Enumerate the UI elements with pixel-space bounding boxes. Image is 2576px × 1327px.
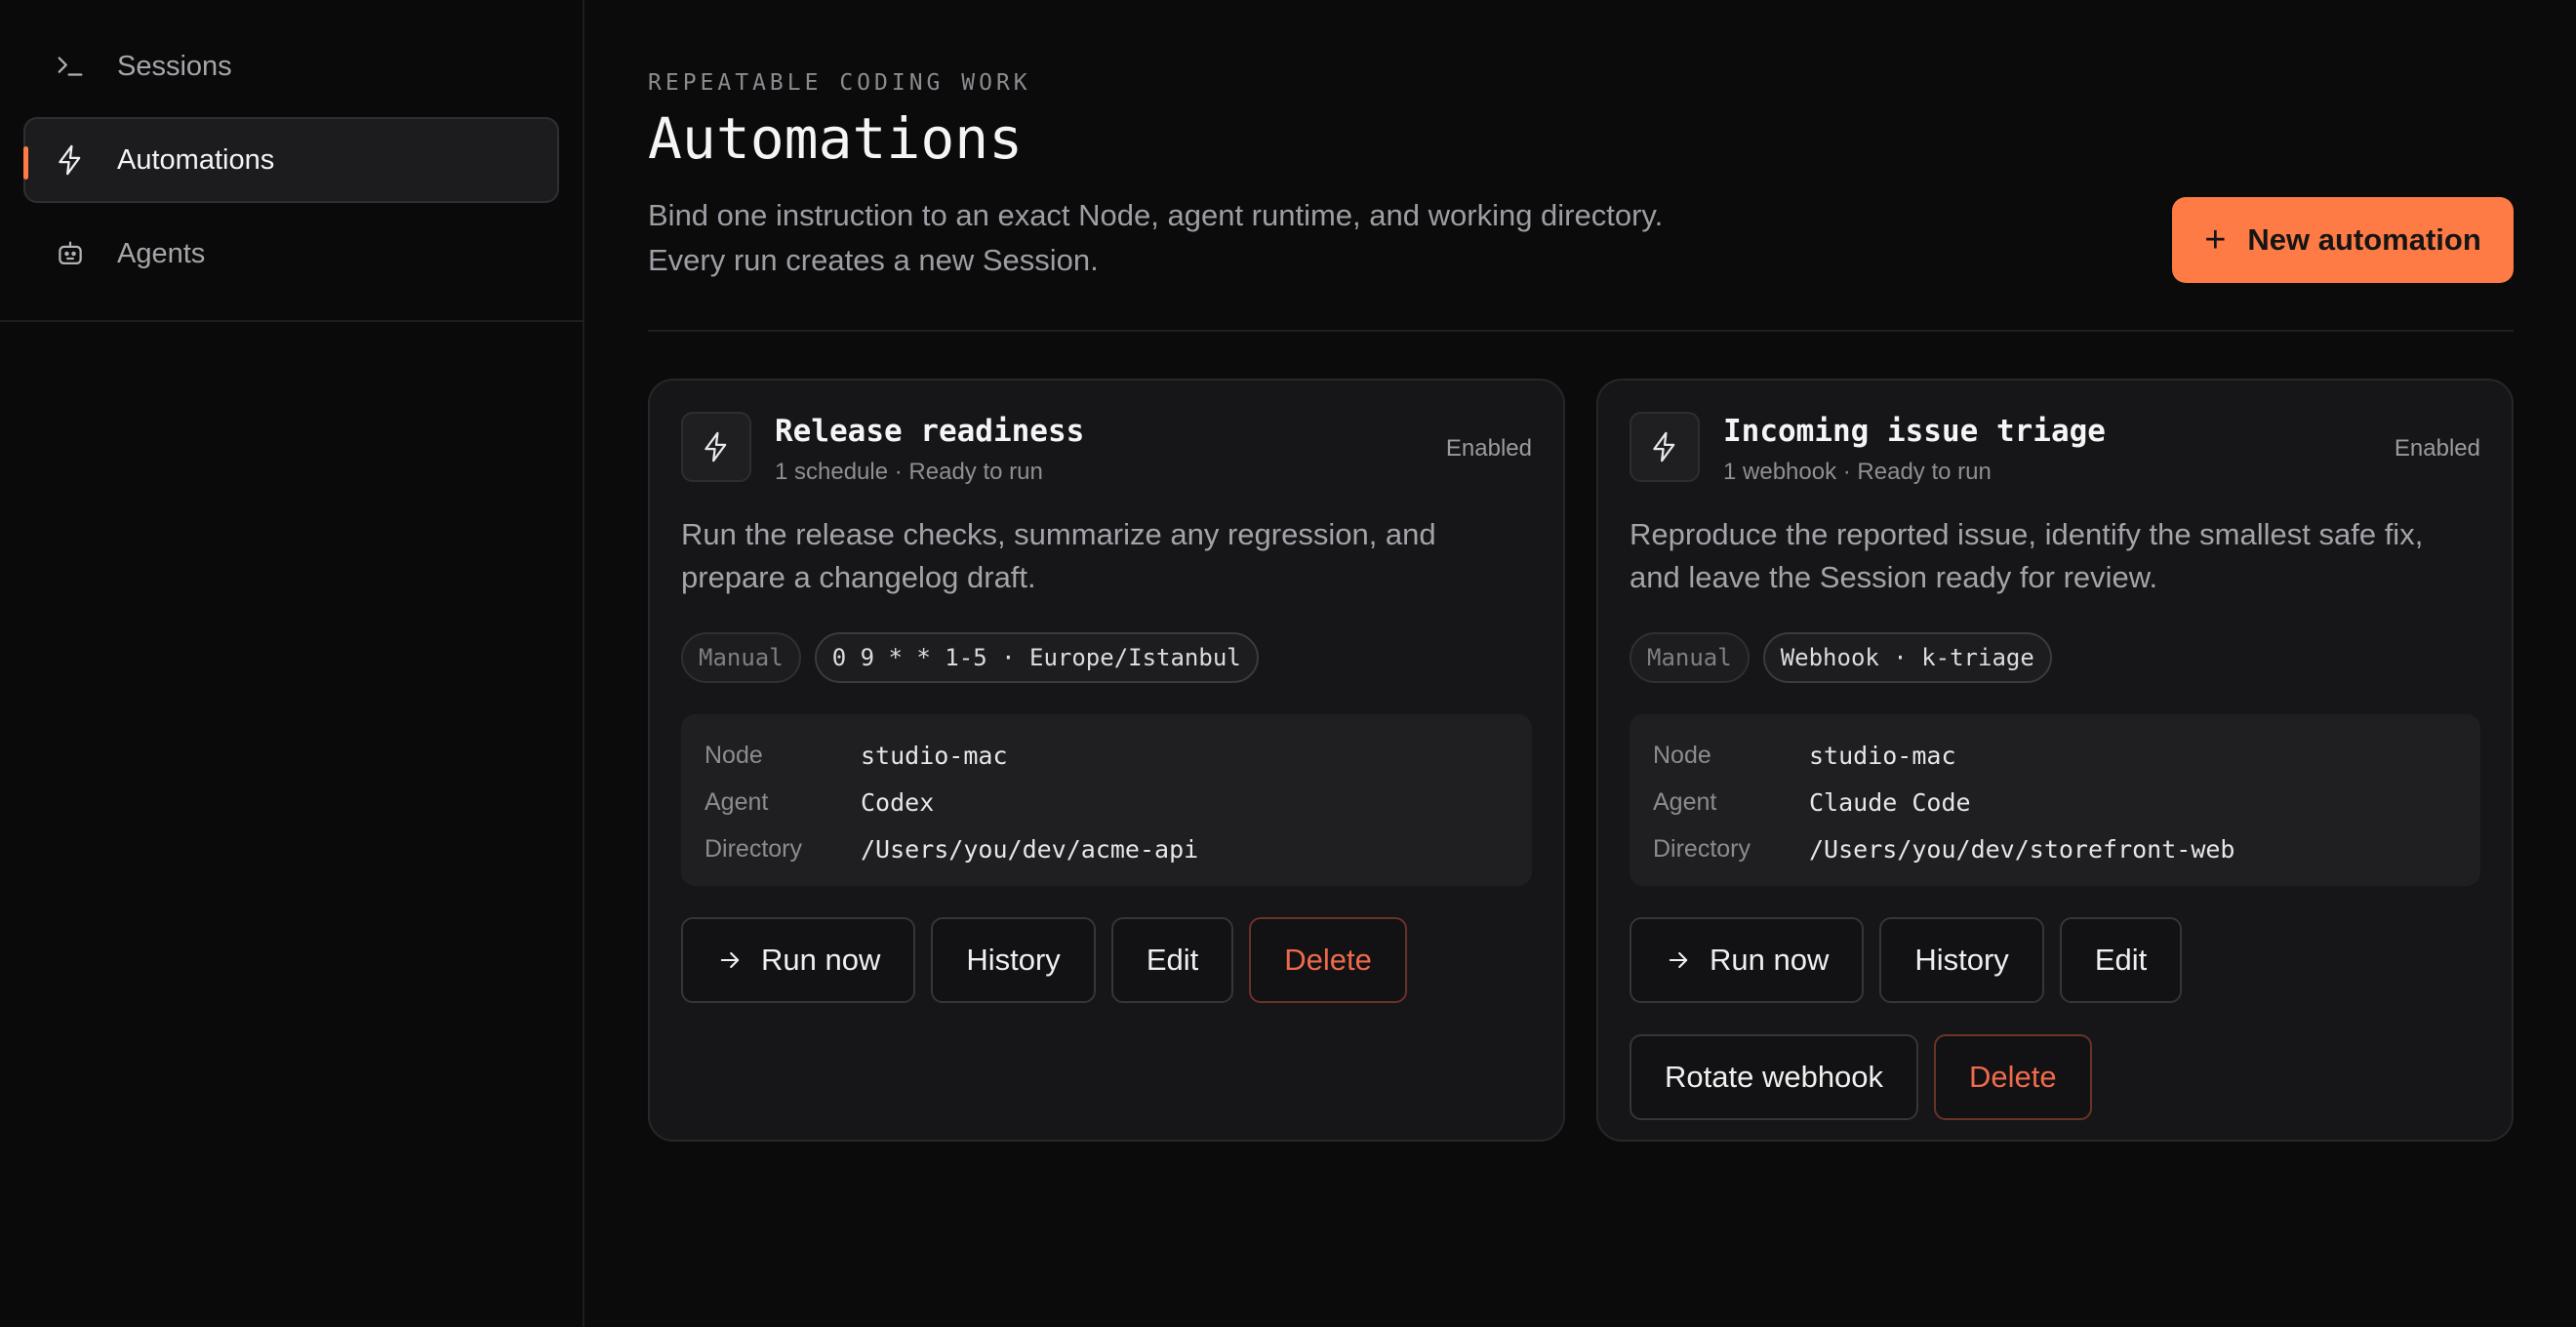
run-now-label: Run now <box>1710 943 1830 977</box>
sidebar-item-automations[interactable]: Automations <box>23 117 559 203</box>
new-automation-button[interactable]: + New automation <box>2172 197 2514 283</box>
page-description-line: Bind one instruction to an exact Node, a… <box>648 198 1664 232</box>
status-badge: Enabled <box>1445 435 1532 462</box>
meta-value: /Users/you/dev/acme-api <box>861 834 1199 864</box>
sidebar: Sessions Automations Agents <box>0 0 584 1327</box>
history-button[interactable]: History <box>931 917 1096 1003</box>
page-description: Bind one instruction to an exact Node, a… <box>648 193 1819 283</box>
sidebar-item-label: Sessions <box>117 50 232 82</box>
sidebar-item-sessions[interactable]: Sessions <box>23 23 559 109</box>
status-badge: Enabled <box>2394 435 2480 462</box>
meta-value: /Users/you/dev/storefront-web <box>1809 834 2235 864</box>
meta-row-directory: Directory /Users/you/dev/acme-api <box>704 825 1509 872</box>
meta-row-node: Node studio-mac <box>1653 732 2457 779</box>
meta-value: studio-mac <box>1809 741 1956 770</box>
history-button[interactable]: History <box>1879 917 2044 1003</box>
sidebar-item-label: Agents <box>117 237 206 269</box>
card-actions: Run now History Edit Delete <box>681 917 1532 1003</box>
card-subtitle: 1 schedule · Ready to run <box>775 459 1043 485</box>
run-now-label: Run now <box>761 943 881 977</box>
robot-icon <box>53 236 88 271</box>
trigger-tag-webhook: Webhook · k-triage <box>1762 632 2052 683</box>
page-title: Automations <box>648 105 1024 172</box>
meta-key: Node <box>704 741 763 769</box>
page-description-line: Every run creates a new Session. <box>648 243 1099 277</box>
meta-value: studio-mac <box>861 741 1008 770</box>
trigger-tag-manual: Manual <box>681 632 801 683</box>
run-now-button[interactable]: Run now <box>1630 917 1865 1003</box>
card-actions: Run now History Edit Rotate webhook Dele… <box>1630 917 2480 1120</box>
trigger-tags: Manual 0 9 * * 1-5 · Europe/Istanbul <box>681 632 1532 683</box>
meta-value: Codex <box>861 787 935 817</box>
arrow-right-icon <box>716 946 744 974</box>
delete-button[interactable]: Delete <box>1934 1034 2092 1120</box>
meta-row-agent: Agent Claude Code <box>1653 779 2457 825</box>
new-automation-label: New automation <box>2247 222 2481 257</box>
meta-row-directory: Directory /Users/you/dev/storefront-web <box>1653 825 2457 872</box>
automation-cards: Release readiness 1 schedule · Ready to … <box>648 379 2514 1142</box>
edit-button[interactable]: Edit <box>2059 917 2183 1003</box>
trigger-tag-manual: Manual <box>1630 632 1750 683</box>
automation-card-release-readiness: Release readiness 1 schedule · Ready to … <box>648 379 1565 1142</box>
lightning-bolt-icon <box>53 142 88 178</box>
sidebar-item-label: Automations <box>117 143 275 176</box>
card-header: Release readiness 1 schedule · Ready to … <box>681 412 1532 488</box>
meta-row-node: Node studio-mac <box>704 732 1509 779</box>
page-eyebrow: REPEATABLE CODING WORK <box>648 70 1031 96</box>
main-content: REPEATABLE CODING WORK Automations Bind … <box>648 0 2514 1327</box>
meta-key: Agent <box>704 787 769 816</box>
meta-key: Directory <box>704 834 803 863</box>
card-subtitle: 1 webhook · Ready to run <box>1723 459 1992 485</box>
card-title: Incoming issue triage <box>1723 414 2106 449</box>
header-divider <box>648 330 2514 332</box>
card-titles: Release readiness 1 schedule · Ready to … <box>775 412 1446 486</box>
trigger-tags: Manual Webhook · k-triage <box>1630 632 2480 683</box>
delete-button[interactable]: Delete <box>1249 917 1407 1003</box>
run-now-button[interactable]: Run now <box>681 917 916 1003</box>
terminal-prompt-icon <box>53 49 88 84</box>
card-titles: Incoming issue triage 1 webhook · Ready … <box>1723 412 2395 486</box>
card-meta: Node studio-mac Agent Codex Directory /U… <box>681 714 1532 886</box>
plus-icon: + <box>2204 219 2227 261</box>
meta-key: Node <box>1653 741 1711 769</box>
lightning-bolt-icon <box>681 412 751 482</box>
trigger-tag-schedule: 0 9 * * 1-5 · Europe/Istanbul <box>814 632 1259 683</box>
card-meta: Node studio-mac Agent Claude Code Direct… <box>1630 714 2480 886</box>
arrow-right-icon <box>1665 946 1692 974</box>
rotate-webhook-button[interactable]: Rotate webhook <box>1630 1034 1919 1120</box>
card-description: Run the release checks, summarize any re… <box>681 517 1436 594</box>
card-title: Release readiness <box>775 414 1085 449</box>
lightning-bolt-icon <box>1630 412 1700 482</box>
edit-button[interactable]: Edit <box>1110 917 1234 1003</box>
card-description: Reproduce the reported issue, identify t… <box>1630 517 2424 594</box>
meta-key: Agent <box>1653 787 1717 816</box>
meta-key: Directory <box>1653 834 1751 863</box>
card-header: Incoming issue triage 1 webhook · Ready … <box>1630 412 2480 488</box>
automation-card-incoming-issue-triage: Incoming issue triage 1 webhook · Ready … <box>1596 379 2514 1142</box>
sidebar-nav: Sessions Automations Agents <box>0 0 583 322</box>
sidebar-item-agents[interactable]: Agents <box>23 211 559 297</box>
meta-value: Claude Code <box>1809 787 1971 817</box>
meta-row-agent: Agent Codex <box>704 779 1509 825</box>
